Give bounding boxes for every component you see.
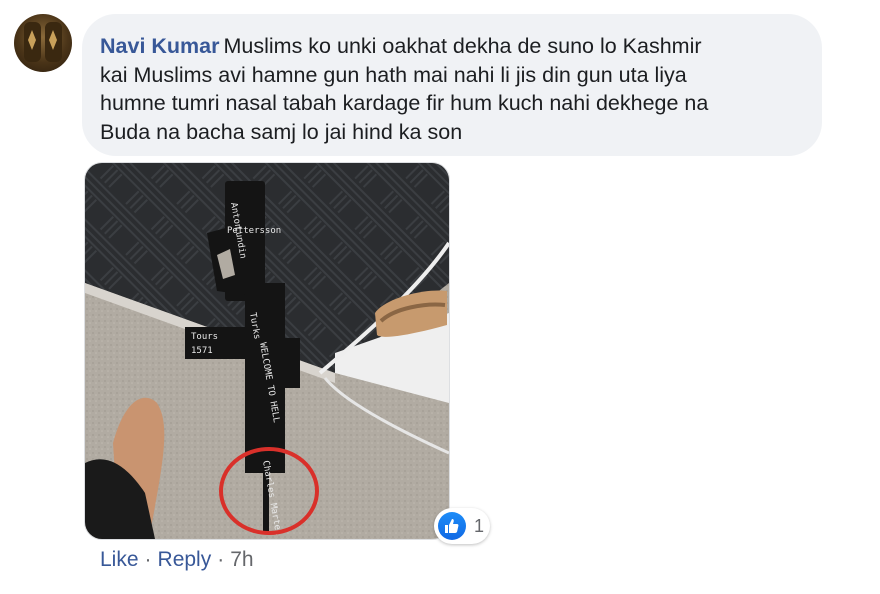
reply-button[interactable]: Reply [158, 548, 212, 571]
avatar-image [24, 22, 62, 62]
comment-line: Muslims ko unki oakhat dekha de suno lo … [223, 34, 702, 58]
separator-dot: · [217, 548, 225, 571]
comment-line: Buda na bacha samj lo jai hind ka son [100, 119, 463, 144]
comment-text: Navi Kumar Muslims ko unki oakhat dekha d… [100, 32, 802, 146]
comment-line: humne tumri nasal tabah kardage fir hum … [100, 91, 709, 115]
comment-actions: Like · Reply · 7h [100, 548, 254, 572]
gun-inscription: 1571 [191, 346, 213, 356]
avatar[interactable] [14, 14, 72, 72]
comment-line: kai Muslims avi hamne gun hath mai nahi … [100, 62, 687, 87]
like-button[interactable]: Like [100, 548, 139, 571]
photo-image: Anton Lundin Pettersson Tours 1571 Turks… [85, 163, 449, 539]
comment-timestamp[interactable]: 7h [230, 548, 253, 571]
comment-author[interactable]: Navi Kumar [100, 34, 220, 58]
comment-bubble: Navi Kumar Muslims ko unki oakhat dekha d… [82, 14, 822, 156]
reaction-count: 1 [474, 515, 485, 536]
gun-inscription: Tours [191, 332, 218, 342]
like-icon [438, 512, 466, 540]
gun-inscription: Pettersson [227, 226, 281, 236]
reaction-badge[interactable]: 1 [434, 508, 490, 544]
separator-dot: · [144, 548, 152, 571]
comment-photo[interactable]: Anton Lundin Pettersson Tours 1571 Turks… [84, 162, 450, 540]
